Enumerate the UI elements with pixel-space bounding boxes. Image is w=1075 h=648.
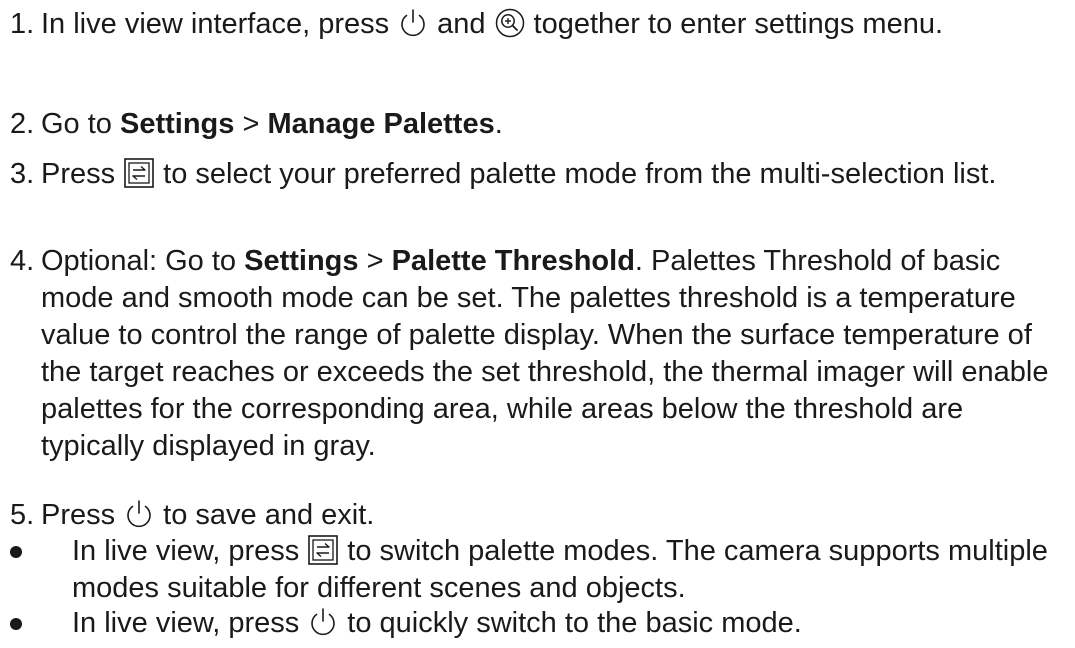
menu-path-settings: Settings [244, 245, 359, 277]
step-text: to select your preferred palette mode fr… [163, 158, 997, 190]
note-text: In live view, press [72, 607, 300, 639]
step-text: Go to [41, 108, 112, 140]
step-2: 2. Go to Settings > Manage Palettes. [10, 106, 1072, 143]
step-text: . [494, 108, 503, 140]
power-icon [122, 497, 156, 531]
step-number: 1. [10, 8, 35, 40]
menu-path-palette-threshold: Palette Threshold [391, 245, 635, 277]
step-text: In live view interface, press [41, 8, 390, 40]
step-text: Optional: Go to [41, 245, 237, 277]
step-text: > [242, 108, 260, 140]
menu-path-manage-palettes: Manage Palettes [267, 108, 495, 140]
step-text: . Palettes Threshold of basic mode and s… [41, 245, 1049, 462]
step-number: 4. [10, 245, 35, 277]
palette-switch-icon [306, 533, 340, 567]
step-number: 5. [10, 499, 35, 531]
step-4: 4. Optional: Go to Settings > Palette Th… [10, 243, 1072, 465]
step-number: 2. [10, 108, 35, 140]
power-icon [306, 605, 340, 639]
step-text: Press [41, 499, 116, 531]
step-text: and [437, 8, 486, 40]
note-text: In live view, press [72, 535, 300, 567]
bullet-dot [10, 546, 22, 558]
document-page: 1. In live view interface, press and toget… [0, 0, 1075, 648]
menu-path-settings: Settings [120, 108, 235, 140]
step-1: 1. In live view interface, press and toget… [10, 6, 1072, 43]
step-5: 5. Press to save and exit. [10, 497, 1072, 534]
power-icon [396, 6, 430, 40]
step-text: together to enter settings menu. [533, 8, 944, 40]
step-text: Press [41, 158, 116, 190]
step-text: > [366, 245, 384, 277]
step-number: 3. [10, 158, 35, 190]
zoom-in-icon [493, 6, 527, 40]
note-bullet-1: In live view, press to switch palette mod… [10, 533, 1072, 607]
step-text: to save and exit. [163, 499, 375, 531]
palette-switch-icon [122, 156, 156, 190]
step-3: 3. Press to select your preferred palette… [10, 156, 1072, 193]
note-bullet-2: In live view, press to quickly switch to … [10, 605, 1072, 642]
bullet-dot [10, 618, 22, 630]
note-text: to quickly switch to the basic mode. [347, 607, 802, 639]
